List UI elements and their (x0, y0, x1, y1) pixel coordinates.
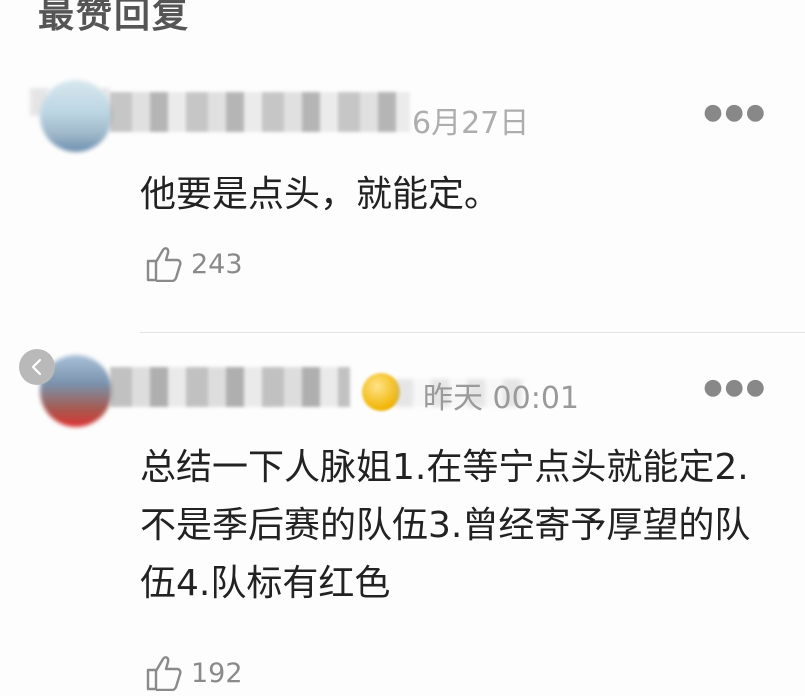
comment-item: 昨天 00:01 ●●● 总结一下人脉姐1.在等宁点头就能定2.不是季后赛的队伍… (0, 335, 805, 696)
username-blurred[interactable] (110, 367, 350, 407)
like-count: 243 (191, 248, 243, 280)
section-title: 最赞回复 (38, 0, 191, 36)
like-button[interactable]: 243 (145, 246, 243, 282)
more-dots-icon[interactable]: ●●● (703, 375, 767, 400)
comment-item: 6月27日 ●●● 他要是点头，就能定。 243 (0, 70, 805, 332)
like-button[interactable]: 192 (145, 655, 243, 691)
like-count: 192 (191, 657, 243, 689)
divider (140, 332, 805, 333)
username-blurred[interactable] (110, 92, 410, 132)
avatar[interactable] (40, 80, 112, 152)
thumbs-up-icon (146, 656, 182, 691)
comment-text: 总结一下人脉姐1.在等宁点头就能定2.不是季后赛的队伍3.曾经寄予厚望的队伍4.… (140, 447, 751, 604)
back-button[interactable] (19, 349, 55, 385)
more-dots-icon[interactable]: ●●● (703, 100, 767, 125)
thumbs-up-icon (146, 247, 182, 282)
comment-date: 6月27日 (412, 106, 530, 141)
comment-date: 昨天 00:01 (423, 381, 579, 416)
comment-text: 他要是点头，就能定。 (140, 174, 501, 215)
chevron-left-icon (31, 358, 42, 376)
